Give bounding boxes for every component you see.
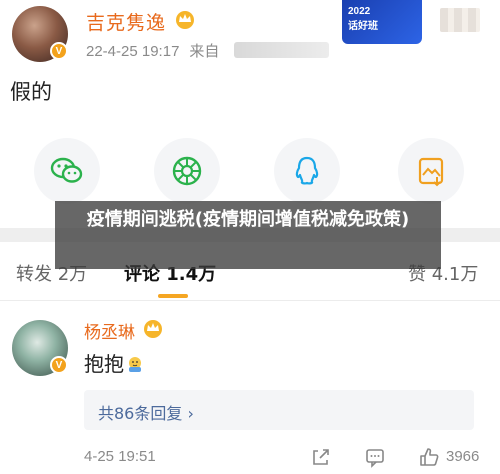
like-count: 3966 [446,448,480,465]
top-right-blurred-area [440,8,480,32]
verified-badge-icon: V [50,42,68,60]
qq-icon [295,156,319,185]
replies-box[interactable]: 共86条回复 › [84,390,474,430]
post-source-label: 来自 [189,42,220,60]
vip-crown-icon [176,11,194,29]
share-moments-button[interactable] [154,138,220,204]
hug-emoji-icon [129,357,141,372]
vip-crown-icon [144,320,162,338]
promo-text: 话好班 [348,21,378,32]
save-image-icon [418,157,444,187]
share-wechat-button[interactable] [34,138,100,204]
share-qq-button[interactable] [274,138,340,204]
replies-count: 共86条回复 [98,404,183,423]
active-tab-indicator [158,294,188,298]
comment-body: 抱抱 [84,352,124,376]
wechat-icon [50,157,83,183]
divider [0,300,500,301]
comment-text: 抱抱 [84,348,144,377]
verified-badge-icon: V [50,356,68,374]
share-icon[interactable] [310,446,332,468]
comment-time: 4-25 19:51 [84,448,156,465]
promo-card[interactable]: 2022 话好班 [342,0,422,44]
promo-year: 2022 [348,6,371,17]
post-source-blurred [234,42,329,58]
save-image-button[interactable] [398,138,464,204]
post-text: 假的 [10,80,52,104]
like-icon[interactable] [418,446,440,468]
moments-icon [172,156,202,186]
comment-icon[interactable] [364,446,386,468]
share-row [0,138,500,204]
replies-link[interactable]: 共86条回复 › [98,400,194,424]
chevron-right-icon: › [187,404,194,423]
author-name[interactable]: 吉克隽逸 [86,8,166,35]
article-title-banner: 疫情期间逃税(疫情期间增值税减免政策) [55,201,441,269]
post-meta: 22-4-25 19:17 来自 [86,40,219,61]
post-time: 22-4-25 19:17 [86,43,180,60]
commenter-name[interactable]: 杨丞琳 [84,318,135,343]
